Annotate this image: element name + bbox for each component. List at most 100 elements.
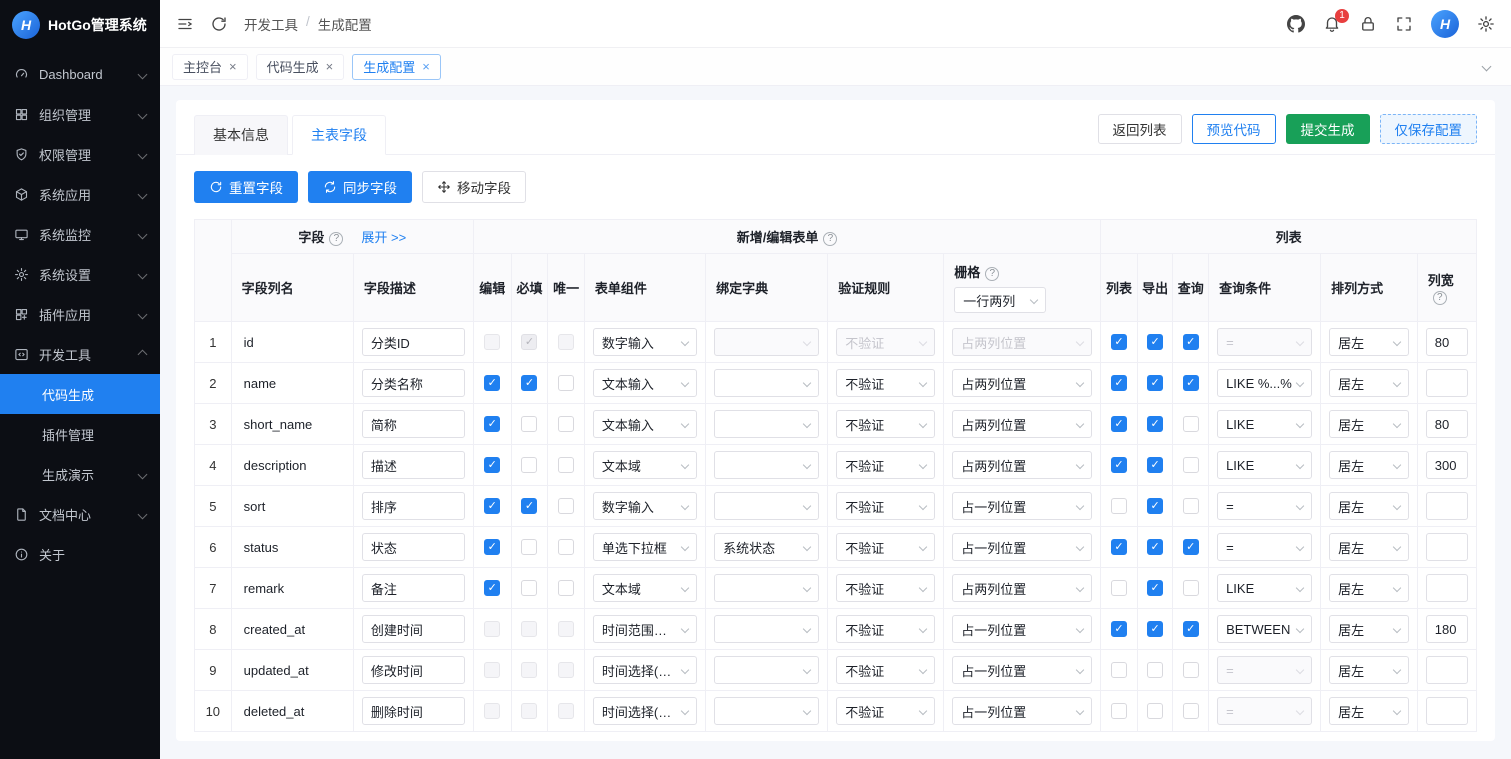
help-icon[interactable]: ? [329,232,344,246]
query-condition-select[interactable]: = [1217,533,1313,561]
sidebar-item[interactable]: 插件应用 [0,294,160,334]
required-checkbox[interactable] [521,621,538,638]
dict-select[interactable] [714,451,820,479]
form-component-select[interactable]: 文本域 [592,451,698,479]
export-checkbox[interactable] [1147,498,1164,515]
align-select[interactable]: 居左 [1329,533,1409,561]
query-checkbox[interactable] [1182,621,1199,638]
edit-checkbox[interactable] [484,457,501,474]
export-checkbox[interactable] [1147,416,1164,433]
query-condition-select[interactable]: LIKE [1217,574,1313,602]
grid-select[interactable]: 占一列位置 [952,697,1093,725]
dict-select[interactable] [714,656,820,684]
tab-main-table-fields[interactable]: 主表字段 [292,115,386,155]
validation-select[interactable]: 不验证 [836,369,936,397]
field-desc-input[interactable] [361,697,465,725]
dict-select[interactable] [714,410,820,438]
unique-checkbox[interactable] [558,662,575,679]
field-desc-input[interactable] [361,328,465,356]
query-condition-select[interactable]: LIKE [1217,410,1313,438]
grid-select[interactable]: 占一列位置 [952,533,1093,561]
form-component-select[interactable]: 文本域 [592,574,698,602]
list-checkbox[interactable] [1111,416,1127,433]
lock-icon[interactable] [1359,15,1377,33]
field-desc-input[interactable] [361,410,465,438]
list-checkbox[interactable] [1111,662,1127,679]
dict-select[interactable] [714,369,820,397]
preview-code-button[interactable]: 预览代码 [1191,114,1276,144]
settings-gear-icon[interactable] [1477,15,1495,33]
field-desc-input[interactable] [361,451,465,479]
form-component-select[interactable]: 时间选择(Y-... [592,656,698,684]
query-condition-select[interactable]: = [1217,697,1313,725]
dict-select[interactable] [714,697,820,725]
help-icon[interactable]: ? [985,267,1000,281]
export-checkbox[interactable] [1147,662,1164,679]
sidebar-item[interactable]: 关于 [0,534,160,574]
unique-checkbox[interactable] [558,457,575,474]
save-config-only-button[interactable]: 仅保存配置 [1379,114,1477,144]
form-component-select[interactable]: 数字输入 [592,492,698,520]
unique-checkbox[interactable] [558,334,575,351]
list-checkbox[interactable] [1111,334,1127,351]
unique-checkbox[interactable] [558,703,575,720]
column-width-input[interactable] [1425,492,1468,520]
grid-select[interactable]: 占两列位置 [952,574,1093,602]
validation-select[interactable]: 不验证 [836,615,936,643]
grid-select[interactable]: 占两列位置 [952,328,1093,356]
required-checkbox[interactable] [521,375,538,392]
required-checkbox[interactable] [521,580,538,597]
column-width-input[interactable] [1425,615,1468,643]
edit-checkbox[interactable] [484,580,501,597]
query-checkbox[interactable] [1182,703,1199,720]
required-checkbox[interactable] [521,703,538,720]
query-checkbox[interactable] [1182,457,1199,474]
align-select[interactable]: 居左 [1329,656,1409,684]
field-desc-input[interactable] [361,492,465,520]
required-checkbox[interactable] [521,662,538,679]
notification-bell-icon[interactable]: 1 [1323,8,1349,33]
field-desc-input[interactable] [361,656,465,684]
edit-checkbox[interactable] [484,334,501,351]
align-select[interactable]: 居左 [1329,615,1409,643]
sidebar-item[interactable]: 文档中心 [0,494,160,534]
align-select[interactable]: 居左 [1329,328,1409,356]
sidebar-item[interactable]: 系统监控 [0,214,160,254]
export-checkbox[interactable] [1147,457,1164,474]
validation-select[interactable]: 不验证 [836,451,936,479]
align-select[interactable]: 居左 [1329,369,1409,397]
close-icon[interactable]: × [229,59,237,74]
close-icon[interactable]: × [326,59,334,74]
grid-select[interactable]: 占两列位置 [952,410,1093,438]
sidebar-item[interactable]: 开发工具 [0,334,160,374]
list-checkbox[interactable] [1111,580,1127,597]
query-checkbox[interactable] [1182,580,1199,597]
list-checkbox[interactable] [1111,375,1127,392]
export-checkbox[interactable] [1147,621,1164,638]
help-icon[interactable]: ? [1432,291,1447,305]
dict-select[interactable] [714,615,820,643]
grid-select[interactable]: 占一列位置 [952,615,1093,643]
back-to-list-button[interactable]: 返回列表 [1097,114,1182,144]
column-width-input[interactable] [1425,574,1468,602]
unique-checkbox[interactable] [558,539,575,556]
form-component-select[interactable]: 时间范围选择 [592,615,698,643]
breadcrumb-item[interactable]: 生成配置 [318,14,372,34]
edit-checkbox[interactable] [484,703,501,720]
submit-generate-button[interactable]: 提交生成 [1285,114,1370,144]
list-checkbox[interactable] [1111,621,1127,638]
refresh-icon[interactable] [210,15,228,33]
validation-select[interactable]: 不验证 [836,492,936,520]
validation-select[interactable]: 不验证 [836,533,936,561]
form-component-select[interactable]: 单选下拉框 [592,533,698,561]
query-checkbox[interactable] [1182,416,1199,433]
grid-select[interactable]: 占两列位置 [952,369,1093,397]
dict-select[interactable] [714,328,820,356]
dict-select[interactable]: 系统状态 [714,533,820,561]
field-desc-input[interactable] [361,369,465,397]
required-checkbox[interactable] [521,334,538,351]
query-checkbox[interactable] [1182,498,1199,515]
sidebar-item[interactable]: 系统应用 [0,174,160,214]
query-condition-select[interactable]: BETWEEN [1217,615,1313,643]
form-component-select[interactable]: 数字输入 [592,328,698,356]
